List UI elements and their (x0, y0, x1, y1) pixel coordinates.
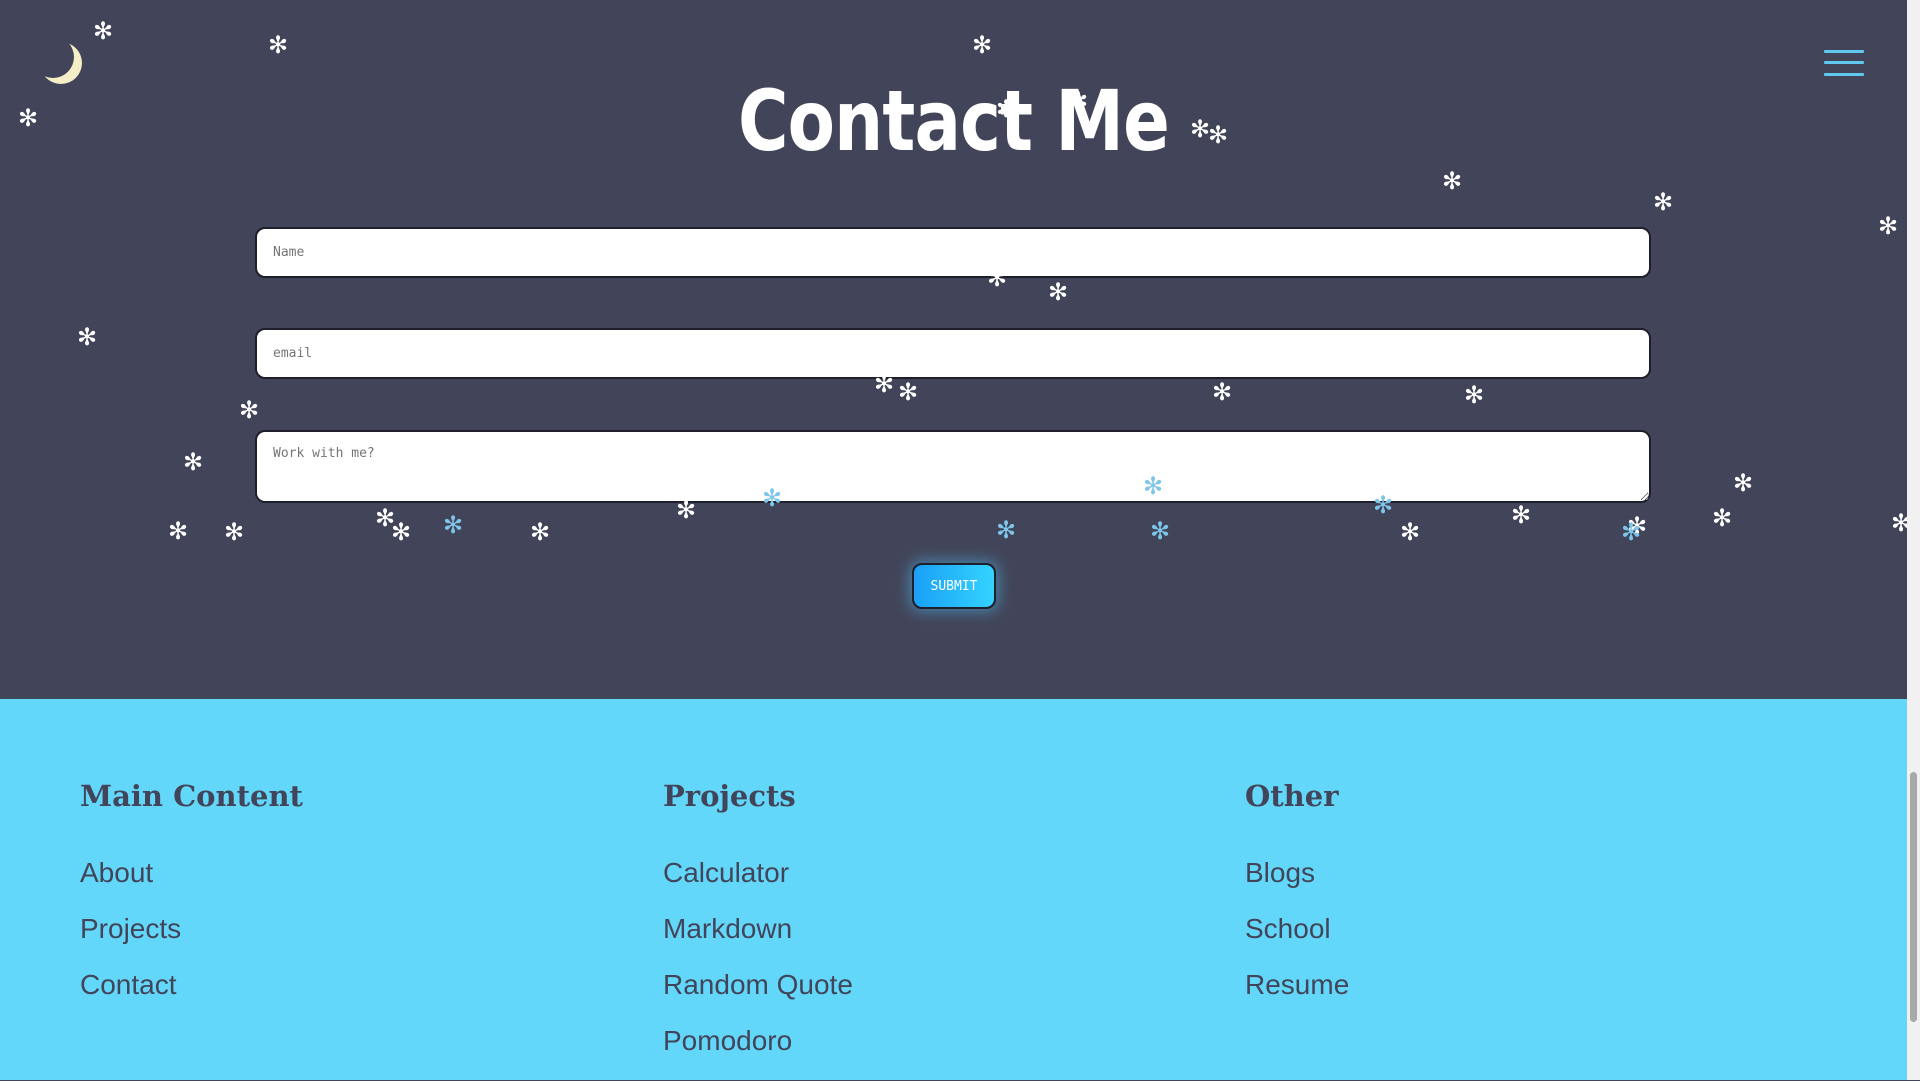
footer-column-main-content: Main Content About Projects Contact (80, 779, 303, 1000)
submit-button[interactable]: SUBMIT (912, 563, 996, 609)
snowflake-icon: ✻ (1048, 278, 1069, 306)
snowflake-icon: ✻ (987, 264, 1008, 292)
snowflake-icon: ✻ (1068, 87, 1089, 115)
snowflake-icon: ✻ (762, 484, 783, 512)
snowflake-icon: ✻ (1442, 167, 1463, 195)
menu-bar (1824, 73, 1864, 76)
snowflake-icon: ✻ (1878, 212, 1899, 240)
snowflake-icon: ✻ (239, 396, 260, 424)
snowflake-icon: ✻ (1712, 504, 1733, 532)
snowflake-icon: ✻ (1891, 509, 1907, 537)
snowflake-icon: ✻ (1464, 381, 1485, 409)
footer: Main Content About Projects Contact Proj… (0, 699, 1907, 1080)
footer-link-random-quote[interactable]: Random Quote (663, 969, 853, 1001)
snowflake-icon: ✻ (1653, 188, 1674, 216)
snowflake-icon: ✻ (1150, 517, 1171, 545)
snowflake-icon: ✻ (93, 17, 114, 45)
snowflake-icon: ✻ (224, 518, 245, 546)
footer-link-markdown[interactable]: Markdown (663, 913, 792, 945)
snowflake-icon: ✻ (972, 31, 993, 59)
snowflake-icon: ✻ (874, 370, 895, 398)
snowflake-icon: ✻ (898, 378, 919, 406)
footer-link-about[interactable]: About (80, 857, 153, 889)
menu-bar (1824, 50, 1864, 53)
snowflake-icon: ✻ (1400, 518, 1421, 546)
email-field[interactable] (255, 328, 1651, 379)
footer-heading: Projects (663, 779, 796, 813)
page: Contact Me SUBMIT ✻ ✻ ✻ ✻ ✻ ✻ ✻ ✻ ✻ ✻ ✻ … (0, 0, 1907, 1080)
vertical-scrollbar[interactable] (1907, 0, 1920, 1080)
snowflake-icon: ✻ (268, 31, 289, 59)
message-field[interactable] (255, 430, 1651, 503)
snowflake-icon: ✻ (168, 517, 189, 545)
snowflake-icon: ✻ (1511, 501, 1532, 529)
snowflake-icon: ✻ (77, 323, 98, 351)
footer-link-projects[interactable]: Projects (80, 913, 181, 945)
snowflake-icon: ✻ (391, 518, 412, 546)
footer-heading: Other (1245, 779, 1339, 813)
snowflake-icon: ✻ (1621, 518, 1642, 546)
footer-link-list: Calculator Markdown Random Quote Pomodor… (663, 857, 853, 1081)
footer-link-school[interactable]: School (1245, 913, 1331, 945)
footer-column-projects: Projects Calculator Markdown Random Quot… (663, 779, 853, 1056)
footer-link-list: About Projects Contact (80, 857, 181, 1025)
footer-link-contact[interactable]: Contact (80, 969, 177, 1001)
snowflake-icon: ✻ (1143, 472, 1164, 500)
snowflake-icon: ✻ (183, 448, 204, 476)
snowflake-icon: ✻ (1373, 491, 1394, 519)
snowflake-icon: ✻ (996, 516, 1017, 544)
snowflake-icon: ✻ (1733, 469, 1754, 497)
menu-bar (1824, 61, 1864, 64)
hamburger-menu-icon[interactable] (1824, 48, 1864, 78)
footer-column-other: Other Blogs School Resume (1245, 779, 1349, 1000)
snowflake-icon: ✻ (676, 496, 697, 524)
footer-link-resume[interactable]: Resume (1245, 969, 1349, 1001)
scrollbar-thumb[interactable] (1910, 772, 1917, 1022)
moon-icon[interactable] (32, 36, 74, 78)
snowflake-icon: ✻ (18, 104, 39, 132)
contact-section: Contact Me SUBMIT ✻ ✻ ✻ ✻ ✻ ✻ ✻ ✻ ✻ ✻ ✻ … (0, 0, 1907, 699)
footer-heading: Main Content (80, 779, 303, 813)
snowflake-icon: ✻ (1212, 378, 1233, 406)
page-title: Contact Me (737, 72, 1170, 170)
footer-link-list: Blogs School Resume (1245, 857, 1349, 1025)
snowflake-icon: ✻ (1208, 121, 1229, 149)
snowflake-icon: ✻ (530, 518, 551, 546)
footer-link-pomodoro[interactable]: Pomodoro (663, 1025, 792, 1057)
snowflake-icon: ✻ (443, 511, 464, 539)
snowflake-icon: ✻ (996, 95, 1017, 123)
footer-link-blogs[interactable]: Blogs (1245, 857, 1315, 889)
footer-link-calculator[interactable]: Calculator (663, 857, 789, 889)
name-field[interactable] (255, 227, 1651, 278)
